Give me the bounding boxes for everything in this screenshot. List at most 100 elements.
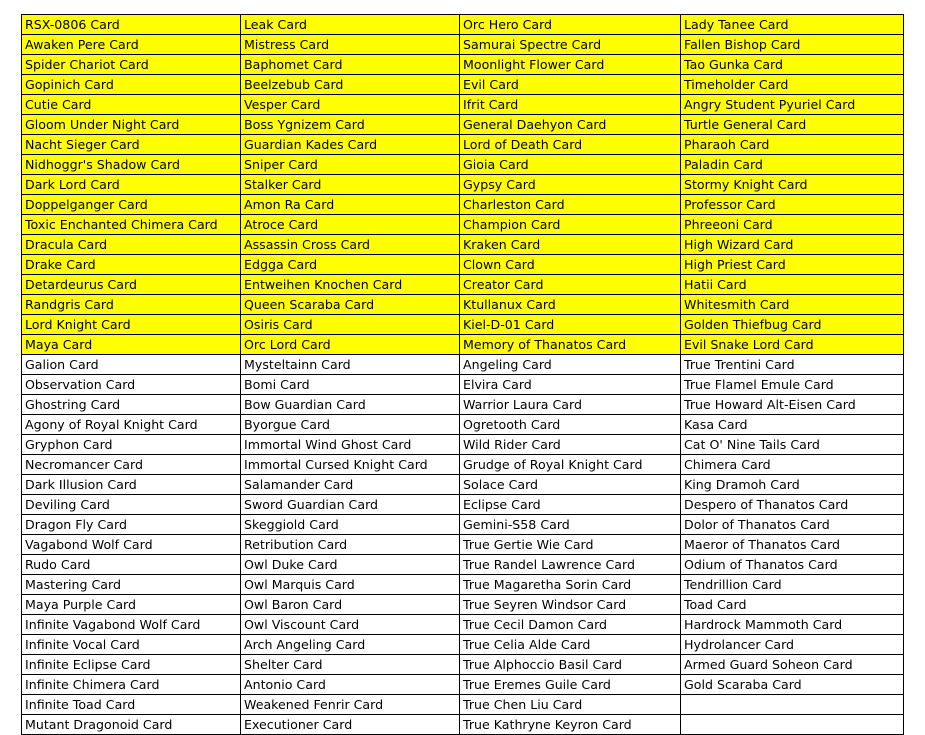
card-name-cell: Agony of Royal Knight Card	[21, 414, 241, 435]
card-name-cell: Armed Guard Soheon Card	[680, 654, 904, 675]
card-name-cell: Warrior Laura Card	[459, 394, 681, 415]
card-name-cell: Dark Illusion Card	[21, 474, 241, 495]
card-name-cell: True Flamel Emule Card	[680, 374, 904, 395]
card-name-cell: Fallen Bishop Card	[680, 34, 904, 55]
table-row: Gryphon Card Immortal Wind Ghost Card Wild…	[21, 434, 904, 455]
table-row: Dark Lord Card Stalker Card Gypsy Card Stor…	[21, 174, 904, 195]
card-name-cell: Edgga Card	[240, 254, 460, 275]
card-name-cell: Doppelganger Card	[21, 194, 241, 215]
card-name-cell: Deviling Card	[21, 494, 241, 515]
card-name-cell: Infinite Eclipse Card	[21, 654, 241, 675]
card-name-cell: Hardrock Mammoth Card	[680, 614, 904, 635]
card-name-cell: Charleston Card	[459, 194, 681, 215]
card-name-cell: True Alphoccio Basil Card	[459, 654, 681, 675]
card-name-cell: Vesper Card	[240, 94, 460, 115]
card-name-cell: Weakened Fenrir Card	[240, 694, 460, 715]
table-row: Deviling Card Sword Guardian Card Eclipse …	[21, 494, 904, 515]
card-name-cell: Orc Lord Card	[240, 334, 460, 355]
card-name-cell: Clown Card	[459, 254, 681, 275]
table-row: Lord Knight Card Osiris Card Kiel-D-01 Car…	[21, 314, 904, 335]
card-name-cell: RSX-0806 Card	[21, 14, 241, 35]
card-name-cell: Owl Marquis Card	[240, 574, 460, 595]
table-row: Dark Illusion Card Salamander Card Solace …	[21, 474, 904, 495]
card-name-cell: Angeling Card	[459, 354, 681, 375]
card-name-cell: Bow Guardian Card	[240, 394, 460, 415]
card-name-cell: Tendrillion Card	[680, 574, 904, 595]
card-name-cell: Infinite Chimera Card	[21, 674, 241, 695]
card-name-cell: Creator Card	[459, 274, 681, 295]
table-row: Gloom Under Night Card Boss Ygnizem Card G…	[21, 114, 904, 135]
table-row: Infinite Toad Card Weakened Fenrir Card Tr…	[21, 694, 904, 715]
card-name-cell: Gypsy Card	[459, 174, 681, 195]
card-name-cell: Sniper Card	[240, 154, 460, 175]
card-name-cell: Despero of Thanatos Card	[680, 494, 904, 515]
card-name-cell: Mutant Dragonoid Card	[21, 714, 241, 735]
table-row: Mutant Dragonoid Card Executioner Card Tru…	[21, 714, 904, 735]
card-name-cell: Rudo Card	[21, 554, 241, 575]
card-name-cell: Queen Scaraba Card	[240, 294, 460, 315]
table-row: RSX-0806 Card Leak Card Orc Hero Card Lady …	[21, 14, 904, 35]
card-name-cell: Mysteltainn Card	[240, 354, 460, 375]
card-name-cell: High Priest Card	[680, 254, 904, 275]
card-name-cell: True Eremes Guile Card	[459, 674, 681, 695]
card-name-cell: Hatii Card	[680, 274, 904, 295]
card-name-cell: True Howard Alt-Eisen Card	[680, 394, 904, 415]
table-row: Infinite Chimera Card Antonio Card True Er…	[21, 674, 904, 695]
card-name-cell: Lord Knight Card	[21, 314, 241, 335]
card-name-cell: Mistress Card	[240, 34, 460, 55]
card-name-cell: Sword Guardian Card	[240, 494, 460, 515]
card-name-cell: Galion Card	[21, 354, 241, 375]
card-name-cell: Cat O' Nine Tails Card	[680, 434, 904, 455]
card-name-cell: Atroce Card	[240, 214, 460, 235]
card-name-cell: Samurai Spectre Card	[459, 34, 681, 55]
table-row: Vagabond Wolf Card Retribution Card True G…	[21, 534, 904, 555]
card-name-cell: Executioner Card	[240, 714, 460, 735]
card-name-cell: Vagabond Wolf Card	[21, 534, 241, 555]
table-row: Spider Chariot Card Baphomet Card Moonligh…	[21, 54, 904, 75]
card-name-cell: Chimera Card	[680, 454, 904, 475]
table-row: Nacht Sieger Card Guardian Kades Card Lord…	[21, 134, 904, 155]
card-name-cell: Hydrolancer Card	[680, 634, 904, 655]
table-row: Dracula Card Assassin Cross Card Kraken Ca…	[21, 234, 904, 255]
table-row: Ghostring Card Bow Guardian Card Warrior L…	[21, 394, 904, 415]
card-name-cell: Grudge of Royal Knight Card	[459, 454, 681, 475]
card-name-cell: Wild Rider Card	[459, 434, 681, 455]
card-name-cell: Pharaoh Card	[680, 134, 904, 155]
card-name-cell: Toad Card	[680, 594, 904, 615]
card-table: RSX-0806 Card Leak Card Orc Hero Card Lady …	[21, 14, 904, 735]
card-name-cell: Orc Hero Card	[459, 14, 681, 35]
card-name-cell: Immortal Cursed Knight Card	[240, 454, 460, 475]
table-row: Infinite Vocal Card Arch Angeling Card Tru…	[21, 634, 904, 655]
table-row: Infinite Vagabond Wolf Card Owl Viscount …	[21, 614, 904, 635]
card-name-cell: Owl Viscount Card	[240, 614, 460, 635]
card-name-cell: Cutie Card	[21, 94, 241, 115]
card-name-cell: Dracula Card	[21, 234, 241, 255]
card-name-cell: Phreeoni Card	[680, 214, 904, 235]
card-name-cell: Infinite Vagabond Wolf Card	[21, 614, 241, 635]
card-name-cell: Whitesmith Card	[680, 294, 904, 315]
card-name-cell: Mastering Card	[21, 574, 241, 595]
card-name-cell: Turtle General Card	[680, 114, 904, 135]
card-name-cell: Detardeurus Card	[21, 274, 241, 295]
card-name-cell: True Gertie Wie Card	[459, 534, 681, 555]
card-table-container: RSX-0806 Card Leak Card Orc Hero Card Lady …	[21, 14, 904, 735]
table-row: Agony of Royal Knight Card Byorgue Card Og…	[21, 414, 904, 435]
table-row: Mastering Card Owl Marquis Card True Magar…	[21, 574, 904, 595]
card-name-cell: Maya Card	[21, 334, 241, 355]
card-name-cell: Necromancer Card	[21, 454, 241, 475]
card-name-cell: Salamander Card	[240, 474, 460, 495]
card-name-cell: Moonlight Flower Card	[459, 54, 681, 75]
table-row: Detardeurus Card Entweihen Knochen Card Cr…	[21, 274, 904, 295]
table-row: Maya Purple Card Owl Baron Card True Seyre…	[21, 594, 904, 615]
card-name-cell: Arch Angeling Card	[240, 634, 460, 655]
card-name-cell: Boss Ygnizem Card	[240, 114, 460, 135]
card-name-cell: Gioia Card	[459, 154, 681, 175]
card-name-cell: General Daehyon Card	[459, 114, 681, 135]
card-name-cell: Dolor of Thanatos Card	[680, 514, 904, 535]
card-name-cell: Elvira Card	[459, 374, 681, 395]
card-name-cell: Immortal Wind Ghost Card	[240, 434, 460, 455]
card-name-cell: Evil Card	[459, 74, 681, 95]
table-row: Necromancer Card Immortal Cursed Knight C…	[21, 454, 904, 475]
table-row: Cutie Card Vesper Card Ifrit Card Angry Stu…	[21, 94, 904, 115]
card-name-cell: Amon Ra Card	[240, 194, 460, 215]
